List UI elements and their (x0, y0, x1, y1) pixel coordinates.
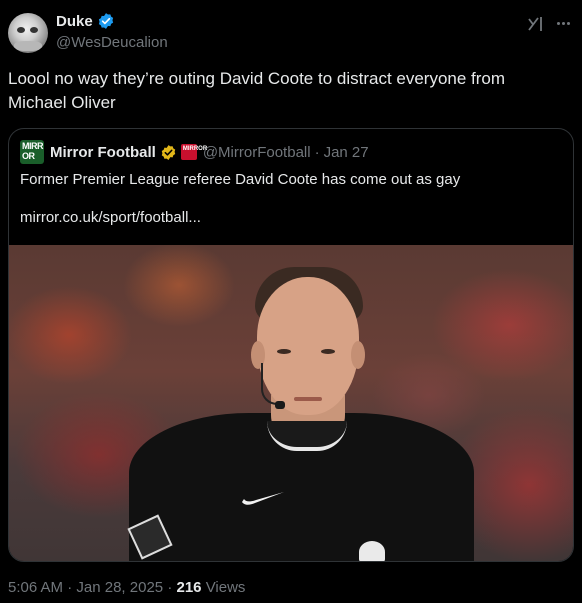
tweet-metadata: 5:06 AM · Jan 28, 2025 · 216 Views (8, 579, 245, 596)
quoted-tweet-text: Former Premier League referee David Coot… (20, 171, 461, 188)
grok-icon[interactable] (526, 14, 546, 34)
tweet-text: Loool no way they’re outing David Coote … (8, 67, 568, 115)
tweet-header: Duke @WesDeucalion (8, 10, 574, 56)
referee-photo[interactable] (9, 245, 573, 561)
headset-microphone (261, 363, 281, 405)
tweet-text-line-1: Loool no way they’re outing David Coote … (8, 69, 506, 88)
dot-separator: · (314, 143, 320, 161)
gold-verified-badge-icon (161, 144, 176, 160)
mirror-football-logo[interactable]: MIRR OR (20, 140, 44, 164)
avatar[interactable] (8, 13, 48, 53)
tweet-text-line-2: Michael Oliver (8, 93, 116, 112)
quoted-tweet-date[interactable]: Jan 27 (324, 144, 369, 161)
more-options-icon[interactable] (552, 12, 574, 34)
nike-swoosh-icon (242, 492, 284, 505)
author-name[interactable]: Duke (56, 13, 93, 30)
author-name-row[interactable]: Duke (56, 12, 115, 30)
author-handle[interactable]: @WesDeucalion (56, 34, 168, 51)
premier-league-badge (359, 541, 385, 561)
views-count: 216 (176, 579, 202, 596)
tweet-time[interactable]: 5:06 AM (8, 579, 63, 596)
tweet-date[interactable]: Jan 28, 2025 (76, 579, 163, 596)
verified-badge-icon (98, 13, 113, 29)
quoted-tweet-link[interactable]: mirror.co.uk/sport/football... (20, 208, 201, 228)
views-label: Views (205, 579, 246, 596)
quoted-author-name[interactable]: Mirror Football (50, 144, 156, 161)
quoted-tweet[interactable]: MIRR OR Mirror Football MIRROR @MirrorFo… (8, 128, 574, 562)
dot-separator: · (167, 579, 173, 596)
quoted-tweet-header: MIRR OR Mirror Football MIRROR @MirrorFo… (20, 140, 369, 164)
mirror-affiliate-badge-icon: MIRROR (180, 144, 207, 160)
dot-separator: · (67, 579, 73, 596)
quoted-author-handle[interactable]: @MirrorFootball (203, 144, 311, 161)
